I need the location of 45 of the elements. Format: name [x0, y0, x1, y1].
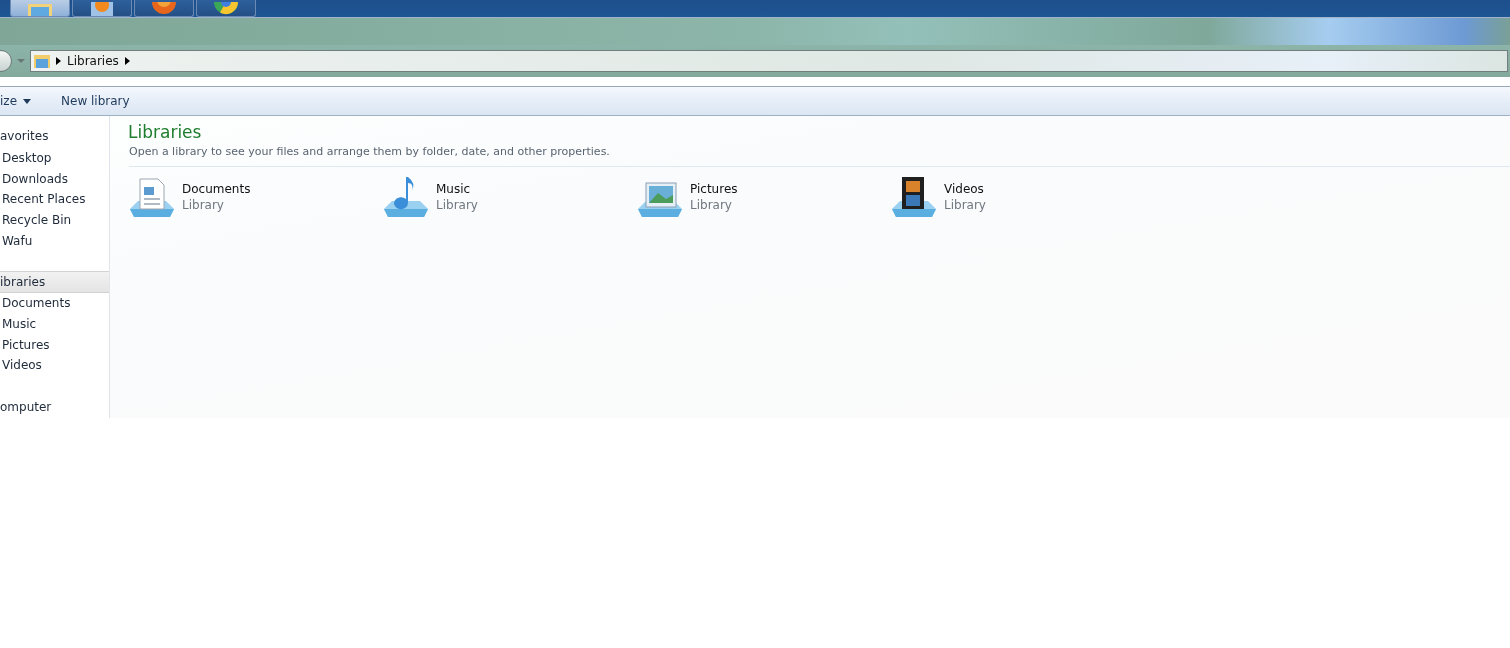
taskbar-button[interactable]: [134, 0, 194, 17]
globe-icon: [151, 2, 177, 16]
library-tile[interactable]: Documents Library: [128, 175, 382, 219]
film-strip-icon: [890, 175, 938, 219]
sidebar-header[interactable]: avorites: [0, 125, 109, 148]
taskbar-button[interactable]: [72, 0, 132, 17]
library-type: Library: [182, 198, 225, 212]
library-type: Library: [436, 198, 478, 212]
round-app-icon: [213, 2, 239, 16]
music-note-icon: [382, 175, 430, 219]
organize-menu[interactable]: ize: [0, 94, 31, 108]
library-name: Pictures: [690, 182, 738, 196]
sidebar-item[interactable]: Videos: [0, 355, 109, 376]
library-name: Music: [436, 182, 472, 196]
sidebar-item[interactable]: Documents: [0, 293, 109, 314]
document-icon: [128, 175, 176, 219]
sidebar-header[interactable]: omputer: [0, 395, 109, 418]
sidebar-item[interactable]: Desktop: [0, 147, 109, 169]
library-type: Library: [944, 198, 986, 212]
address-bar[interactable]: Libraries: [30, 50, 1508, 72]
library-name: Documents: [182, 182, 251, 196]
library-name: Videos: [944, 182, 985, 196]
sidebar-item[interactable]: Recent Places: [0, 188, 109, 210]
breadcrumb[interactable]: Libraries: [67, 54, 119, 68]
taskbar-button[interactable]: [196, 0, 256, 17]
sidebar-item[interactable]: Recycle Bin: [0, 209, 109, 231]
library-tile[interactable]: Pictures Library: [636, 175, 890, 219]
library-type: Library: [690, 198, 733, 212]
media-icon: [89, 2, 115, 16]
page-title: Libraries: [128, 122, 203, 142]
chevron-icon[interactable]: [56, 57, 61, 65]
folder-icon: [34, 54, 50, 68]
sidebar-item[interactable]: Music: [0, 313, 109, 335]
library-tile[interactable]: Music Library: [382, 175, 636, 219]
sidebar-item[interactable]: Pictures: [0, 334, 109, 356]
taskbar-button[interactable]: [10, 0, 70, 17]
chevron-icon[interactable]: [124, 57, 130, 65]
sidebar-item[interactable]: Wafu: [0, 230, 109, 251]
caret-icon: [23, 98, 31, 104]
page-description: Open a library to see your files and arrange them by folder, date, and other properties.: [129, 145, 1510, 167]
sidebar-header[interactable]: ibraries: [0, 270, 109, 294]
new-library-button[interactable]: New library: [61, 94, 130, 108]
sidebar-item[interactable]: Downloads: [0, 168, 109, 189]
library-tile[interactable]: Videos Library: [890, 175, 1144, 219]
folder-icon: [26, 4, 54, 16]
